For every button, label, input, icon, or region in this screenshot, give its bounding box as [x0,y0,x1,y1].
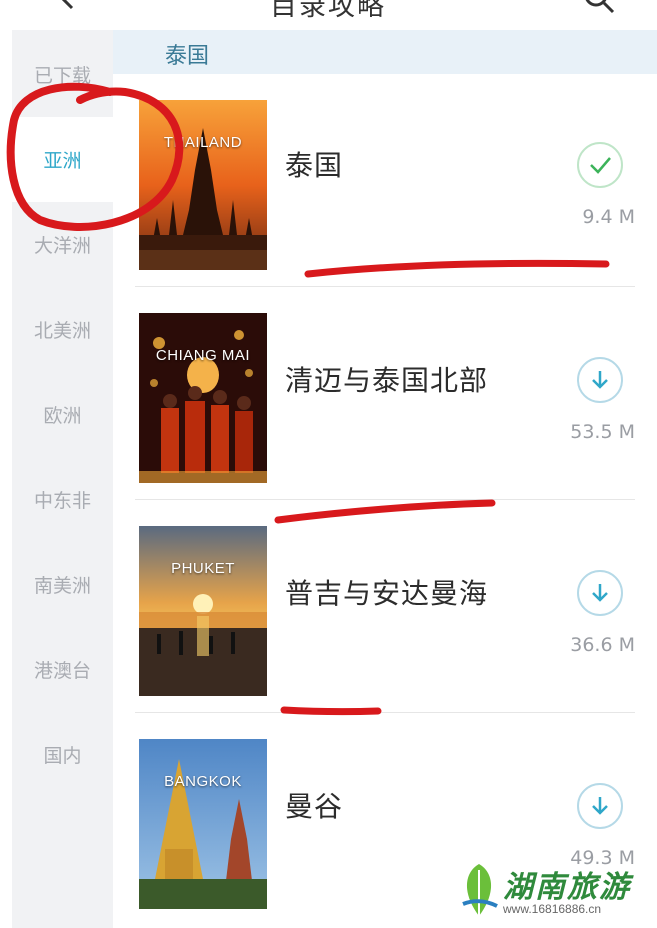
file-size: 36.6 M [570,634,635,656]
guide-cover-bangkok: BANGKOK [139,739,267,909]
section-header: 泰国 [113,30,657,74]
guide-cover-thailand: THAILAND [139,100,267,270]
guide-row-chiang-mai[interactable]: CHIANG MAI 清迈与泰国北部 53.5 M [135,287,635,500]
guide-list-panel: 泰国 THAILAND 泰国 9.4 M CHIANG MAI 清迈与泰国北部 … [113,30,657,928]
page-title: 目录攻略 [270,0,386,22]
leaf-logo-icon [462,864,498,916]
guide-title: 普吉与安达曼海 [285,577,489,610]
cover-label: PHUKET [171,560,235,577]
watermark-title: 湖南旅游 [503,870,631,905]
check-icon [590,157,611,174]
sidebar-item-domestic[interactable]: 国内 [12,712,113,797]
sidebar-item-north-america[interactable]: 北美洲 [12,287,113,372]
sidebar-item-asia[interactable]: 亚洲 [12,117,113,202]
back-arrow-icon[interactable] [52,0,80,10]
guide-title: 清迈与泰国北部 [285,364,489,397]
sidebar-item-europe[interactable]: 欧洲 [12,372,113,457]
sidebar-item-middle-east-africa[interactable]: 中东非 [12,457,113,542]
download-button[interactable] [577,783,623,829]
download-button[interactable] [577,570,623,616]
region-sidebar: 已下载 亚洲 大洋洲 北美洲 欧洲 中东非 南美洲 港澳台 国内 [12,30,113,928]
sidebar-item-south-america[interactable]: 南美洲 [12,542,113,627]
search-icon[interactable] [583,0,615,14]
guide-row-thailand[interactable]: THAILAND 泰国 9.4 M [135,74,635,287]
guide-cover-phuket: PHUKET [139,526,267,696]
top-bar: 目录攻略 [0,0,657,30]
cover-label: BANGKOK [164,773,242,790]
download-arrow-icon [592,584,608,602]
downloaded-button[interactable] [577,142,623,188]
watermark-url: www.16816886.cn [503,902,602,916]
section-title: 泰国 [165,44,210,69]
download-arrow-icon [592,797,608,815]
file-size: 53.5 M [570,421,635,443]
sidebar-item-oceania[interactable]: 大洋洲 [12,202,113,287]
site-watermark: 湖南旅游 www.16816886.cn [455,858,655,926]
guide-title: 泰国 [285,149,344,182]
download-arrow-icon [592,371,608,389]
file-size: 9.4 M [582,206,635,228]
cover-label: THAILAND [163,134,243,151]
guide-cover-chiang-mai: CHIANG MAI [139,313,267,483]
cover-label: CHIANG MAI [155,347,251,364]
sidebar-item-hk-macau-taiwan[interactable]: 港澳台 [12,627,113,712]
download-button[interactable] [577,357,623,403]
sidebar-item-downloaded[interactable]: 已下载 [12,32,113,117]
guide-title: 曼谷 [285,790,344,823]
guide-row-phuket[interactable]: PHUKET 普吉与安达曼海 36.6 M [135,500,635,713]
